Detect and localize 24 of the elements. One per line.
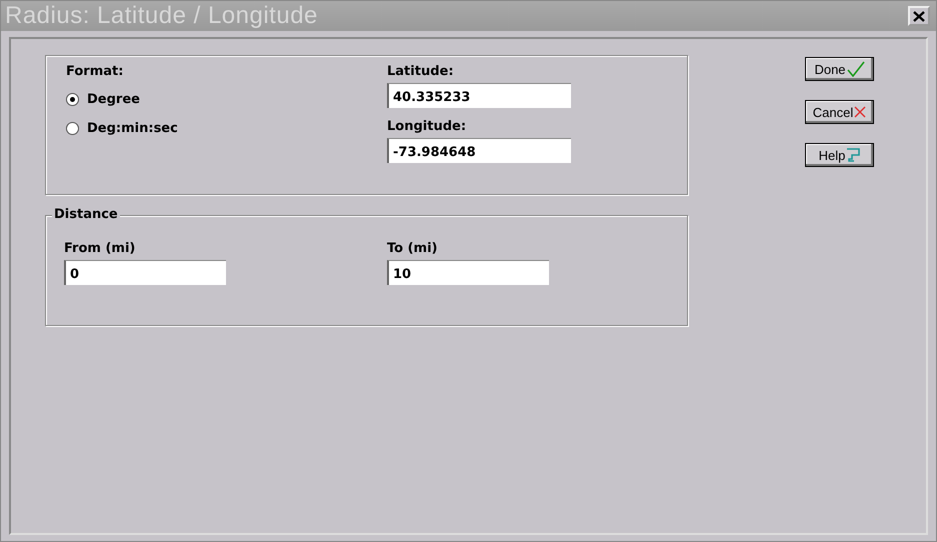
checkmark-icon — [846, 61, 865, 77]
latitude-label: Latitude: — [387, 64, 455, 80]
to-label: To (mi) — [387, 241, 438, 257]
cancel-button[interactable]: Cancel — [805, 100, 874, 124]
latitude-field[interactable]: 40.335233 — [387, 83, 571, 108]
close-button[interactable] — [908, 6, 930, 26]
from-field[interactable]: 0 — [64, 260, 226, 285]
help-button[interactable]: Help — [805, 143, 874, 167]
longitude-field[interactable]: -73.984648 — [387, 138, 571, 163]
radio-label: Degree — [87, 92, 140, 107]
radio-label: Deg:min:sec — [87, 121, 178, 136]
close-icon — [913, 10, 925, 22]
format-label: Format: — [66, 64, 124, 80]
radio-circle[interactable] — [66, 93, 79, 106]
window-title: Radius: Latitude / Longitude — [5, 2, 318, 30]
radio-option[interactable]: Deg:min:sec — [66, 121, 387, 136]
help-icon — [846, 148, 860, 162]
from-label: From (mi) — [64, 241, 136, 257]
longitude-label: Longitude: — [387, 119, 468, 135]
cross-icon — [854, 106, 866, 118]
radio-option[interactable]: Degree — [66, 92, 387, 107]
done-button[interactable]: Done — [805, 57, 874, 81]
radio-circle[interactable] — [66, 122, 79, 135]
to-field[interactable]: 10 — [387, 260, 549, 285]
